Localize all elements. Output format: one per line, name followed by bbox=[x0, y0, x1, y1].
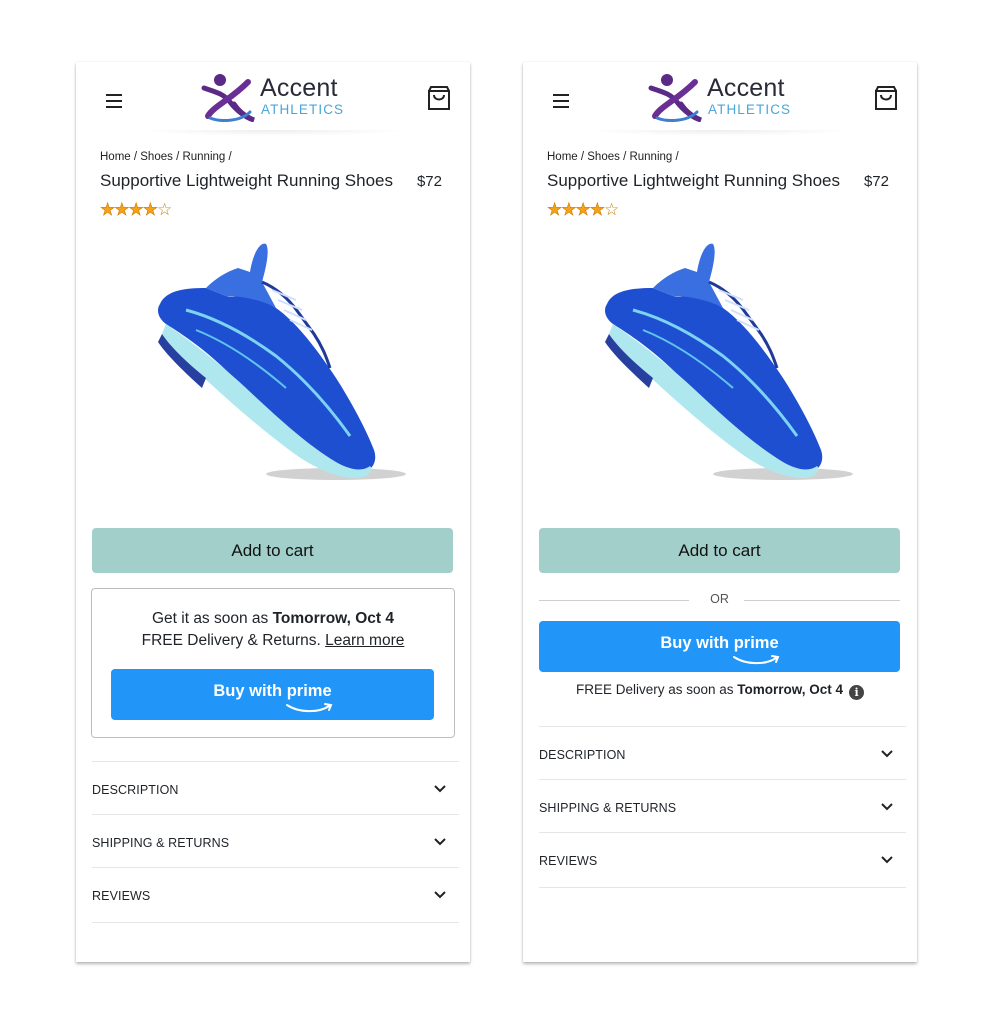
star-rating[interactable]: ★★★★☆ bbox=[100, 200, 173, 219]
accordion-label: REVIEWS bbox=[539, 854, 598, 868]
accordion-shipping-returns[interactable]: SHIPPING & RETURNS bbox=[92, 814, 459, 867]
star-empty-icon: ☆ bbox=[157, 200, 172, 219]
chevron-down-icon bbox=[434, 838, 446, 846]
or-label: OR bbox=[710, 592, 729, 606]
shopping-bag-icon[interactable] bbox=[873, 84, 899, 112]
product-price: $72 bbox=[863, 173, 889, 190]
add-to-cart-button[interactable]: Add to cart bbox=[539, 528, 900, 573]
product-title: Supportive Lightweight Running Shoes bbox=[547, 171, 840, 190]
star-rating[interactable]: ★★★★☆ bbox=[547, 200, 620, 219]
buy-with-prime-button[interactable]: Buy with prime bbox=[111, 669, 434, 720]
accordion-description[interactable]: DESCRIPTION bbox=[539, 726, 906, 779]
star-full-icon: ★ bbox=[142, 200, 158, 219]
breadcrumb[interactable]: Home / Shoes / Running / bbox=[100, 151, 232, 163]
logo-mark-icon bbox=[648, 74, 702, 122]
star-full-icon: ★ bbox=[589, 200, 605, 219]
product-accordion: DESCRIPTION SHIPPING & RETURNS REVIEWS bbox=[539, 726, 906, 888]
brand-name: Accent bbox=[707, 74, 785, 102]
delivery-prefix: Get it as soon as bbox=[151, 610, 273, 627]
delivery-date: Tomorrow, Oct 4 bbox=[272, 610, 395, 627]
product-image bbox=[158, 243, 406, 480]
accordion-label: SHIPPING & RETURNS bbox=[92, 836, 230, 850]
free-delivery-note: FREE Delivery as soon as Tomorrow, Oct 4… bbox=[523, 682, 917, 700]
chevron-down-icon bbox=[434, 891, 446, 899]
star-full-icon: ★ bbox=[561, 200, 577, 219]
product-title: Supportive Lightweight Running Shoes bbox=[100, 171, 393, 190]
brand-subtitle: ATHLETICS bbox=[708, 102, 792, 117]
divider-line bbox=[744, 600, 900, 601]
brand-logo[interactable]: Accent ATHLETICS bbox=[200, 72, 350, 122]
or-divider: OR bbox=[539, 592, 900, 608]
logo-mark-icon bbox=[201, 74, 255, 122]
star-full-icon: ★ bbox=[575, 200, 591, 219]
amazon-smile-icon bbox=[286, 703, 333, 713]
accordion-label: DESCRIPTION bbox=[539, 748, 626, 762]
delivery-info-box: Get it as soon as Tomorrow, Oct 4 FREE D… bbox=[91, 588, 455, 738]
product-accordion: DESCRIPTION SHIPPING & RETURNS REVIEWS bbox=[92, 761, 459, 923]
hamburger-menu-icon[interactable] bbox=[106, 94, 122, 108]
accordion-reviews[interactable]: REVIEWS bbox=[539, 832, 906, 888]
star-full-icon: ★ bbox=[128, 200, 144, 219]
buy-with-prime-button[interactable]: Buy with prime bbox=[539, 621, 900, 672]
chevron-down-icon bbox=[881, 856, 893, 864]
star-full-icon: ★ bbox=[100, 200, 116, 219]
accordion-reviews[interactable]: REVIEWS bbox=[92, 867, 459, 923]
prime-brand: prime bbox=[286, 682, 332, 700]
breadcrumb[interactable]: Home / Shoes / Running / bbox=[547, 151, 679, 163]
accordion-shipping-returns[interactable]: SHIPPING & RETURNS bbox=[539, 779, 906, 832]
prime-button-label: Buy with prime bbox=[111, 682, 434, 701]
prime-button-prefix: Buy with bbox=[660, 634, 734, 652]
star-full-icon: ★ bbox=[114, 200, 130, 219]
brand-logo[interactable]: Accent ATHLETICS bbox=[647, 72, 797, 122]
accordion-label: DESCRIPTION bbox=[92, 783, 179, 797]
product-page-variant-b: Accent ATHLETICS Home / Shoes / Running … bbox=[523, 62, 917, 962]
chevron-down-icon bbox=[881, 803, 893, 811]
free-note-prefix: FREE Delivery as soon as bbox=[575, 682, 738, 697]
accordion-label: SHIPPING & RETURNS bbox=[539, 801, 677, 815]
amazon-smile-icon bbox=[733, 655, 780, 665]
brand-name: Accent bbox=[260, 74, 338, 102]
delivery-estimate: Get it as soon as Tomorrow, Oct 4 bbox=[92, 610, 454, 628]
shopping-bag-icon[interactable] bbox=[426, 84, 452, 112]
prime-button-label: Buy with prime bbox=[539, 634, 900, 653]
brand-subtitle: ATHLETICS bbox=[261, 102, 345, 117]
add-to-cart-button[interactable]: Add to cart bbox=[92, 528, 453, 573]
chevron-down-icon bbox=[881, 750, 893, 758]
learn-more-link[interactable]: Learn more bbox=[325, 632, 404, 649]
product-image bbox=[605, 243, 853, 480]
accordion-label: REVIEWS bbox=[92, 889, 151, 903]
site-header: Accent ATHLETICS bbox=[523, 62, 917, 136]
prime-button-prefix: Buy with bbox=[213, 682, 287, 700]
free-delivery-label: FREE Delivery & Returns. bbox=[141, 632, 326, 649]
prime-brand: prime bbox=[733, 634, 779, 652]
hamburger-menu-icon[interactable] bbox=[553, 94, 569, 108]
chevron-down-icon bbox=[434, 785, 446, 793]
info-icon[interactable]: i bbox=[849, 685, 865, 700]
site-header: Accent ATHLETICS bbox=[76, 62, 470, 136]
star-empty-icon: ☆ bbox=[604, 200, 619, 219]
product-price: $72 bbox=[416, 173, 442, 190]
accordion-description[interactable]: DESCRIPTION bbox=[92, 761, 459, 814]
delivery-date: Tomorrow, Oct 4 bbox=[737, 682, 844, 697]
product-page-variant-a: Accent ATHLETICS Home / Shoes / Running … bbox=[76, 62, 470, 962]
free-delivery-text: FREE Delivery & Returns. Learn more bbox=[92, 632, 454, 650]
star-full-icon: ★ bbox=[547, 200, 563, 219]
